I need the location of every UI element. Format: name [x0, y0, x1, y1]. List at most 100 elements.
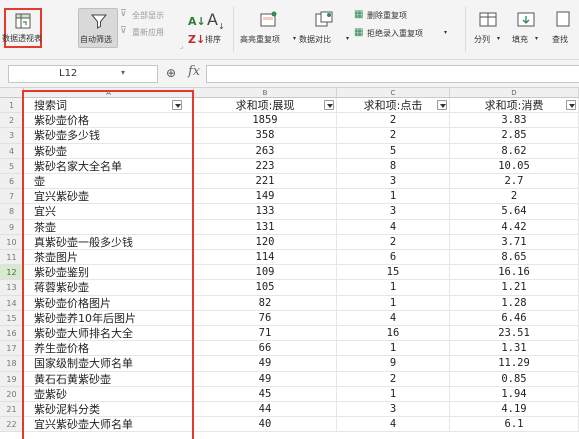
cell-search-term[interactable]: 紫砂壶鉴别 [24, 265, 194, 281]
highlight-duplicates-button[interactable]: 高亮重复项 ▾ [240, 8, 298, 48]
cell-cost[interactable]: 3.71 [450, 234, 579, 250]
cell-search-term[interactable]: 紫砂壶价格 [24, 113, 194, 129]
cell-cost[interactable]: 8.65 [450, 250, 579, 266]
select-all-corner[interactable] [0, 88, 24, 98]
row-header[interactable]: 11 [0, 250, 24, 266]
pivot-table-button[interactable]: 数据透视表 [2, 9, 42, 47]
cell-views[interactable]: 109 [194, 265, 337, 281]
filter-dropdown-icon[interactable] [324, 100, 334, 110]
cell-views[interactable]: 82 [194, 295, 337, 311]
row-header[interactable]: 15 [0, 310, 24, 326]
cell-clicks[interactable]: 3 [337, 174, 450, 190]
cell-cost[interactable]: 1.94 [450, 386, 579, 402]
row-header[interactable]: 14 [0, 295, 24, 311]
cell-clicks[interactable]: 1 [337, 295, 450, 311]
column-header-d[interactable]: D [450, 88, 579, 98]
cell-views[interactable]: 223 [194, 158, 337, 174]
header-search-term[interactable]: 搜索词 [24, 98, 194, 114]
cell-views[interactable]: 263 [194, 143, 337, 159]
cell-clicks[interactable]: 4 [337, 219, 450, 235]
row-header[interactable]: 7 [0, 189, 24, 205]
cell-clicks[interactable]: 1 [337, 386, 450, 402]
cell-views[interactable]: 131 [194, 219, 337, 235]
cell-cost[interactable]: 1.21 [450, 280, 579, 296]
cell-search-term[interactable]: 茶壶图片 [24, 250, 194, 266]
cell-search-term[interactable]: 茶壶 [24, 219, 194, 235]
cell-views[interactable]: 40 [194, 417, 337, 433]
row-header[interactable]: 5 [0, 158, 24, 174]
cell-cost[interactable]: 2 [450, 189, 579, 205]
cell-views[interactable]: 1859 [194, 113, 337, 129]
row-header[interactable]: 6 [0, 174, 24, 190]
cell-search-term[interactable]: 紫砂名家大全名单 [24, 158, 194, 174]
fx-function-icon[interactable]: fx [188, 64, 200, 79]
cell-clicks[interactable]: 6 [337, 250, 450, 266]
cell-clicks[interactable]: 4 [337, 417, 450, 433]
cell-cost[interactable]: 4.42 [450, 219, 579, 235]
cell-views[interactable]: 44 [194, 402, 337, 418]
cell-search-term[interactable]: 黄石石黄紫砂壶 [24, 371, 194, 387]
name-box-dropdown-icon[interactable]: ▾ [121, 68, 125, 77]
find-button[interactable]: 查找 [550, 8, 579, 48]
reject-duplicates-button[interactable]: ▦ 拒绝录入重复项 ▾ [354, 27, 448, 40]
header-sum-views[interactable]: 求和项:展现 [194, 98, 337, 114]
cell-clicks[interactable]: 2 [337, 371, 450, 387]
cell-cost[interactable]: 6.1 [450, 417, 579, 433]
auto-filter-button[interactable]: 自动筛选 [78, 8, 118, 48]
cell-views[interactable]: 76 [194, 310, 337, 326]
cell-search-term[interactable]: 宜兴 [24, 204, 194, 220]
cell-views[interactable]: 358 [194, 128, 337, 144]
cell-search-term[interactable]: 紫砂壶多少钱 [24, 128, 194, 144]
cell-cost[interactable]: 23.51 [450, 326, 579, 342]
row-header[interactable]: 8 [0, 204, 24, 220]
row-header[interactable]: 22 [0, 417, 24, 433]
cell-clicks[interactable]: 1 [337, 341, 450, 357]
cell-clicks[interactable]: 2 [337, 113, 450, 129]
cell-views[interactable]: 221 [194, 174, 337, 190]
cell-clicks[interactable]: 8 [337, 158, 450, 174]
cell-search-term[interactable]: 蒋蓉紫砂壶 [24, 280, 194, 296]
cell-views[interactable]: 120 [194, 234, 337, 250]
column-header-c[interactable]: C [337, 88, 450, 98]
row-header[interactable]: 10 [0, 234, 24, 250]
cell-clicks[interactable]: 5 [337, 143, 450, 159]
sort-button[interactable]: A↓ 排序 [202, 8, 228, 48]
cell-search-term[interactable]: 紫砂壶 [24, 143, 194, 159]
cell-views[interactable]: 133 [194, 204, 337, 220]
row-header[interactable]: 17 [0, 341, 24, 357]
cell-cost[interactable]: 2.85 [450, 128, 579, 144]
sort-descending-button[interactable]: Z↓ [188, 28, 205, 46]
formula-input[interactable] [206, 65, 579, 83]
cell-search-term[interactable]: 壶 [24, 174, 194, 190]
cell-search-term[interactable]: 壶紫砂 [24, 386, 194, 402]
cell-views[interactable]: 45 [194, 386, 337, 402]
cell-cost[interactable]: 3.83 [450, 113, 579, 129]
column-header-b[interactable]: B [194, 88, 337, 98]
row-header[interactable]: 16 [0, 326, 24, 342]
filter-dropdown-icon[interactable] [566, 100, 576, 110]
cell-cost[interactable]: 0.85 [450, 371, 579, 387]
cell-cost[interactable]: 10.05 [450, 158, 579, 174]
cell-cost[interactable]: 1.28 [450, 295, 579, 311]
row-header[interactable]: 21 [0, 402, 24, 418]
cell-clicks[interactable]: 3 [337, 402, 450, 418]
reapply-button[interactable]: ⊽ 重新应用 [120, 26, 180, 39]
cell-search-term[interactable]: 紫砂壶大师排名大全 [24, 326, 194, 342]
cell-search-term[interactable]: 宜兴紫砂壶大师名单 [24, 417, 194, 433]
cell-clicks[interactable]: 15 [337, 265, 450, 281]
remove-duplicates-button[interactable]: ▦ 删除重复项 [354, 9, 434, 22]
cell-views[interactable]: 49 [194, 356, 337, 372]
cell-search-term[interactable]: 紫砂壶价格图片 [24, 295, 194, 311]
cell-cost[interactable]: 16.16 [450, 265, 579, 281]
cell-clicks[interactable]: 16 [337, 326, 450, 342]
row-header[interactable]: 20 [0, 386, 24, 402]
column-header-a[interactable]: A [24, 88, 194, 98]
cell-cost[interactable]: 5.64 [450, 204, 579, 220]
zoom-magnifier-icon[interactable]: ⊕ [166, 66, 176, 80]
cell-search-term[interactable]: 宜兴紫砂壶 [24, 189, 194, 205]
split-column-button[interactable]: 分列 ▾ [472, 8, 504, 48]
cell-views[interactable]: 105 [194, 280, 337, 296]
cell-clicks[interactable]: 9 [337, 356, 450, 372]
cell-search-term[interactable]: 紫砂壶养10年后图片 [24, 310, 194, 326]
data-compare-button[interactable]: 数据对比 ▾ [299, 8, 350, 48]
